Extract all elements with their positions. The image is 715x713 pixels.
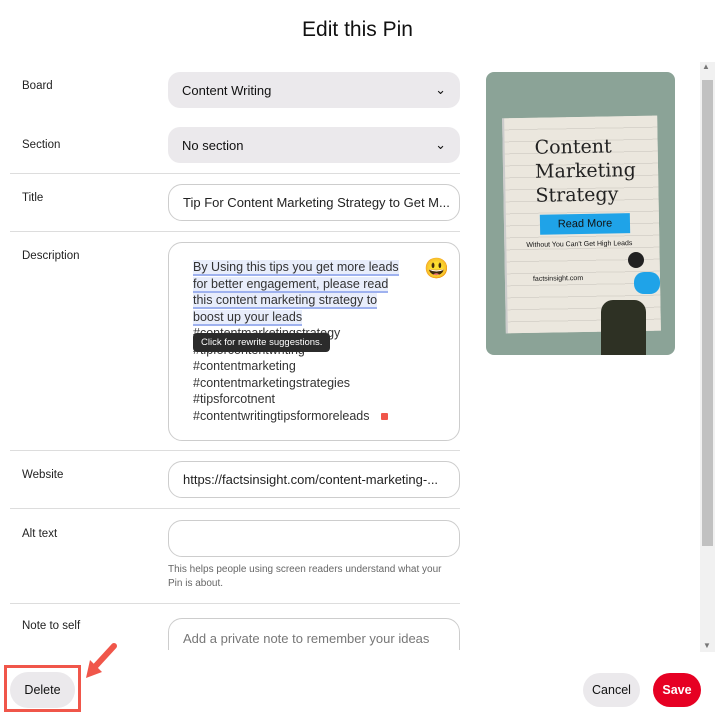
scroll-up-icon[interactable]: ▲ xyxy=(702,62,710,71)
desc-line: #contentwritingtipsformoreleads xyxy=(193,408,370,423)
divider xyxy=(10,173,460,174)
section-label: Section xyxy=(22,139,61,151)
divider xyxy=(10,508,460,509)
alt-text-label: Alt text xyxy=(22,528,58,540)
title-label: Title xyxy=(22,192,44,204)
pin-site: factsinsight.com xyxy=(532,274,584,283)
pin-image: Content Marketing Strategy Read More Wit… xyxy=(486,72,675,355)
title-input[interactable]: Tip For Content Marketing Strategy to Ge… xyxy=(168,184,460,221)
website-input[interactable]: https://factsinsight.com/content-marketi… xyxy=(168,461,460,498)
desc-line: #tipsforcotnent xyxy=(193,392,275,406)
board-select[interactable]: Content Writing ⌄ xyxy=(168,72,460,108)
divider xyxy=(10,450,460,451)
description-label: Description xyxy=(22,250,80,262)
scroll-down-icon[interactable]: ▼ xyxy=(703,641,711,650)
annotation-arrow-icon xyxy=(86,643,117,678)
modal-title: Edit this Pin xyxy=(302,18,413,41)
note-clip: Add a private note to remember your idea… xyxy=(168,618,460,650)
desc-line: By Using this tips you get more leads xyxy=(193,260,399,276)
save-button[interactable]: Save xyxy=(653,673,701,707)
section-select[interactable]: No section ⌄ xyxy=(168,127,460,163)
board-value: Content Writing xyxy=(182,82,272,98)
desc-line: this content marketing strategy to xyxy=(193,293,378,309)
annotation-box xyxy=(4,665,81,712)
illustration-person xyxy=(634,272,660,294)
grammar-marker-icon[interactable] xyxy=(381,412,389,420)
pin-heading: Content xyxy=(534,135,612,159)
pin-read-more: Read More xyxy=(539,213,631,235)
desc-line: #contentmarketingstrategies xyxy=(193,375,351,390)
pin-heading: Strategy xyxy=(535,183,619,207)
note-label: Note to self xyxy=(22,620,81,632)
desc-line: #contentmarketing xyxy=(193,359,296,373)
illustration-head xyxy=(628,252,644,268)
website-label: Website xyxy=(22,469,64,481)
desc-line: boost up your leads xyxy=(193,309,303,326)
divider xyxy=(10,603,460,604)
scrollbar[interactable]: ▲ ▼ xyxy=(700,62,715,652)
description-highlighted[interactable]: By Using this tips you get more leads fo… xyxy=(193,259,435,326)
note-textarea[interactable]: Add a private note to remember your idea… xyxy=(168,618,460,650)
section-value: No section xyxy=(182,137,244,153)
alt-text-input[interactable] xyxy=(168,520,460,557)
cancel-button[interactable]: Cancel xyxy=(583,673,640,707)
divider xyxy=(10,231,460,232)
chevron-down-icon: ⌄ xyxy=(435,137,446,152)
emoji-icon[interactable]: 😃 xyxy=(424,259,449,278)
desc-line: for better engagement, please read xyxy=(193,276,389,293)
alt-text-helper: This helps people using screen readers u… xyxy=(168,564,442,589)
scrollbar-thumb[interactable] xyxy=(702,80,713,546)
illustration-legs xyxy=(601,300,646,355)
rewrite-tooltip: Click for rewrite suggestions. xyxy=(193,333,331,352)
pin-heading: Marketing xyxy=(534,159,636,183)
board-label: Board xyxy=(22,80,53,92)
pin-tagline: Without You Can't Get High Leads xyxy=(526,240,633,249)
chevron-down-icon: ⌄ xyxy=(435,82,446,97)
